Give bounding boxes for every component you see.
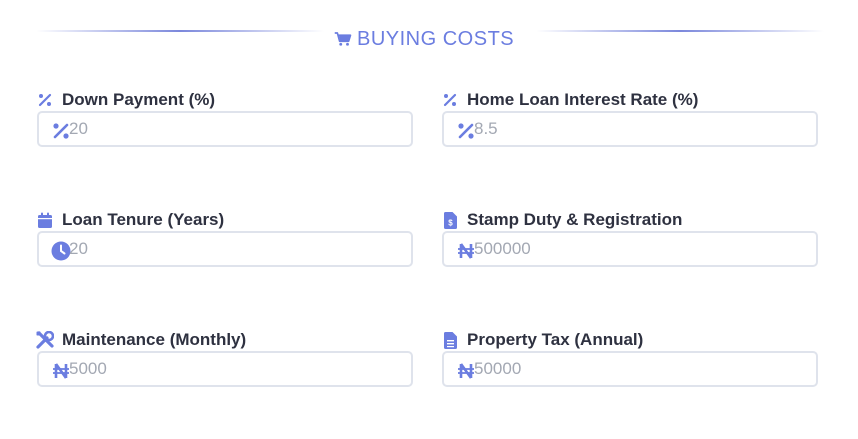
document-icon [441,331,459,349]
percent-icon [36,91,54,109]
percent-icon [51,121,71,141]
down-payment-input[interactable] [69,113,399,145]
down-payment-label: Down Payment (%) [62,90,216,109]
percent-icon [441,91,459,109]
loan-tenure-input-box[interactable] [37,231,413,267]
stamp-duty-input[interactable] [474,233,804,265]
interest-rate-input[interactable] [474,113,804,145]
property-tax-input-box[interactable] [442,351,818,387]
loan-tenure-input[interactable] [69,233,399,265]
property-tax-label-row: Property Tax (Annual) [441,330,643,350]
svg-text:$: $ [448,218,453,227]
maintenance-input-box[interactable] [37,351,413,387]
naira-icon [456,361,476,381]
tools-icon [36,331,54,349]
section-title: BUYING COSTS [357,27,515,50]
down-payment-label-row: Down Payment (%) [36,90,215,110]
stamp-duty-input-box[interactable] [442,231,818,267]
header-divider-right [536,30,824,32]
interest-rate-label-row: Home Loan Interest Rate (%) [441,90,698,110]
stamp-duty-label: Stamp Duty & Registration [467,210,683,229]
loan-tenure-label-row: Loan Tenure (Years) [36,210,224,230]
maintenance-input[interactable] [69,353,399,385]
clock-icon [51,241,71,261]
stamp-duty-label-row: $ Stamp Duty & Registration [441,210,682,230]
calendar-icon [36,211,54,229]
section-header: BUYING COSTS [0,22,858,56]
maintenance-label-row: Maintenance (Monthly) [36,330,246,350]
maintenance-label: Maintenance (Monthly) [62,330,247,349]
loan-tenure-label: Loan Tenure (Years) [62,210,225,229]
cart-icon [334,30,352,48]
interest-rate-label: Home Loan Interest Rate (%) [467,90,699,109]
naira-icon [51,361,71,381]
down-payment-input-box[interactable] [37,111,413,147]
section-title-group: BUYING COSTS [334,26,514,52]
percent-icon [456,121,476,141]
property-tax-label: Property Tax (Annual) [467,330,644,349]
interest-rate-input-box[interactable] [442,111,818,147]
property-tax-input[interactable] [474,353,804,385]
invoice-icon: $ [441,211,459,229]
naira-icon [456,241,476,261]
header-divider-left [36,30,324,32]
